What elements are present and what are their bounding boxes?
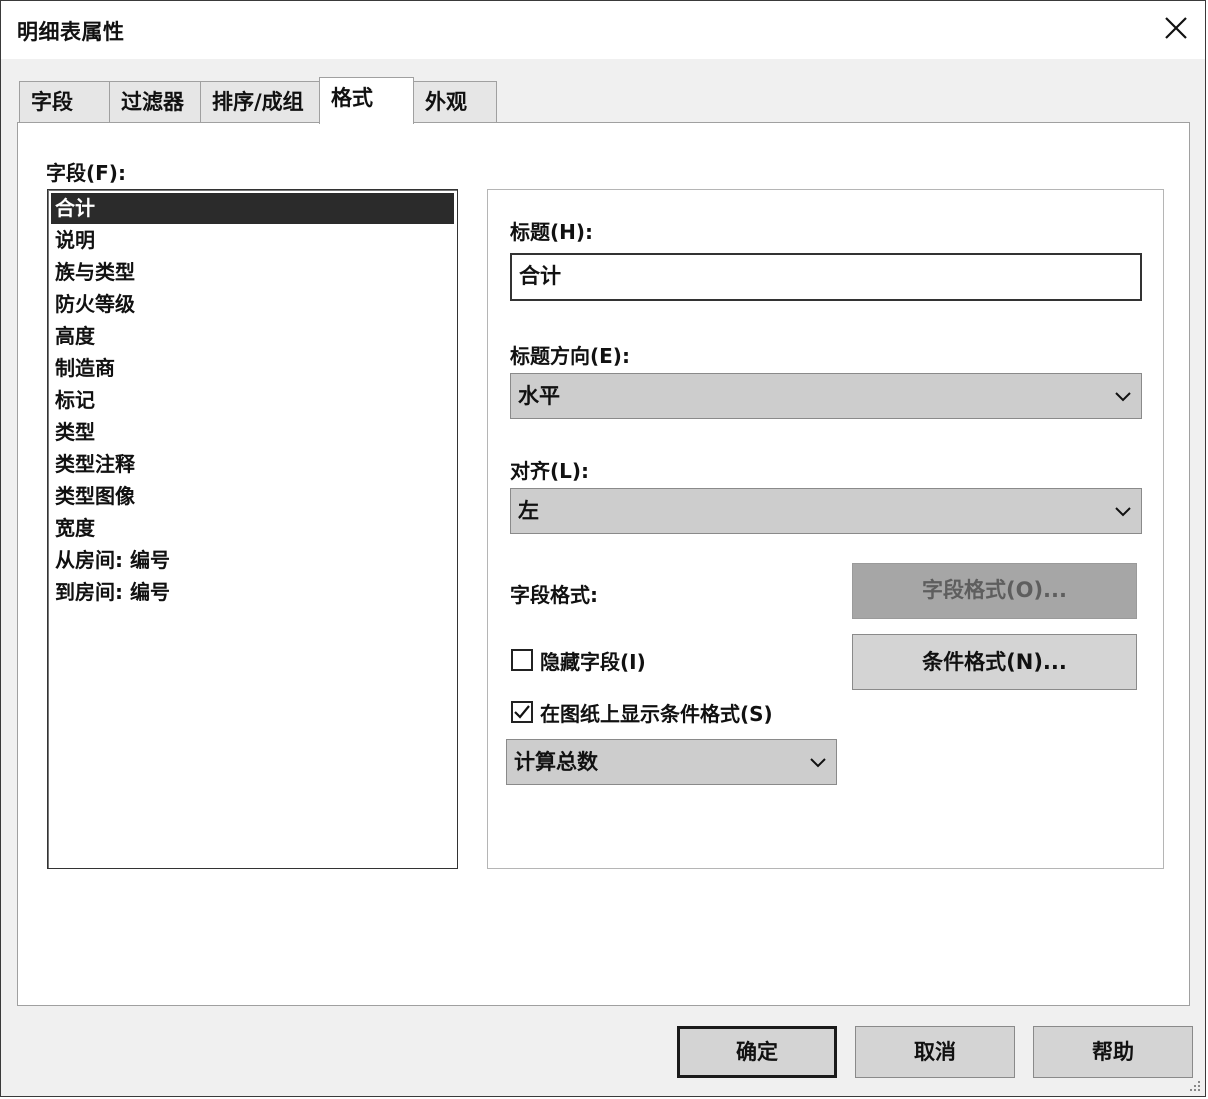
hide-field-checkbox[interactable] [511, 649, 533, 671]
cancel-button[interactable]: 取消 [855, 1026, 1015, 1078]
list-item[interactable]: 防火等级 [51, 289, 454, 320]
title-bar: 明细表属性 [1, 1, 1205, 59]
hide-field-label: 隐藏字段(I) [540, 650, 646, 674]
format-group-box: 标题(H): 合计 标题方向(E): 水平 对齐(L): 左 字段格式: 字段格… [487, 189, 1164, 869]
help-button[interactable]: 帮助 [1033, 1026, 1193, 1078]
chevron-down-icon [1115, 507, 1131, 517]
list-item[interactable]: 族与类型 [51, 257, 454, 288]
list-item[interactable]: 类型图像 [51, 481, 454, 512]
list-item[interactable]: 高度 [51, 321, 454, 352]
list-item[interactable]: 宽度 [51, 513, 454, 544]
fields-list[interactable]: 合计 说明 族与类型 防火等级 高度 制造商 标记 类型 类型注释 类型图像 宽… [47, 189, 458, 869]
list-item[interactable]: 类型注释 [51, 449, 454, 480]
list-item[interactable]: 到房间: 编号 [51, 577, 454, 608]
chevron-down-icon [810, 758, 826, 768]
list-item[interactable]: 说明 [51, 225, 454, 256]
field-format-label: 字段格式: [510, 583, 598, 607]
tab-sorting-grouping[interactable]: 排序/成组 [200, 81, 320, 122]
field-format-button[interactable]: 字段格式(O)... [852, 563, 1137, 619]
tab-filter[interactable]: 过滤器 [109, 81, 201, 122]
heading-orientation-value: 水平 [518, 384, 560, 408]
heading-orientation-select[interactable]: 水平 [510, 373, 1142, 419]
close-button[interactable] [1161, 13, 1191, 43]
list-item[interactable]: 从房间: 编号 [51, 545, 454, 576]
chevron-down-icon [1115, 392, 1131, 402]
ok-button[interactable]: 确定 [677, 1026, 837, 1078]
calculation-value: 计算总数 [514, 750, 598, 774]
alignment-label: 对齐(L): [510, 459, 590, 483]
heading-input[interactable]: 合计 [510, 253, 1142, 301]
show-conditional-format-label: 在图纸上显示条件格式(S) [540, 702, 773, 726]
formatting-panel: 字段(F): 合计 说明 族与类型 防火等级 高度 制造商 标记 类型 类型注释… [17, 122, 1190, 1006]
list-item[interactable]: 合计 [51, 193, 454, 224]
heading-orientation-label: 标题方向(E): [510, 344, 630, 368]
alignment-select[interactable]: 左 [510, 488, 1142, 534]
list-item[interactable]: 制造商 [51, 353, 454, 384]
tab-appearance[interactable]: 外观 [413, 81, 497, 122]
list-item[interactable]: 类型 [51, 417, 454, 448]
list-item[interactable]: 标记 [51, 385, 454, 416]
resize-grip-icon[interactable] [1187, 1078, 1201, 1092]
checkmark-icon [514, 705, 530, 719]
close-icon [1165, 17, 1187, 39]
fields-label: 字段(F): [46, 161, 126, 185]
dialog-window: 明细表属性 字段 过滤器 排序/成组 格式 外观 字段(F): 合计 说明 族与… [0, 0, 1206, 1097]
alignment-value: 左 [518, 499, 539, 523]
dialog-title: 明细表属性 [17, 20, 125, 44]
show-conditional-format-checkbox[interactable] [511, 701, 533, 723]
calculation-select[interactable]: 计算总数 [506, 739, 837, 785]
tab-fields[interactable]: 字段 [19, 81, 110, 122]
conditional-format-button[interactable]: 条件格式(N)... [852, 634, 1137, 690]
tab-formatting[interactable]: 格式 [319, 77, 414, 124]
heading-label: 标题(H): [510, 220, 594, 244]
